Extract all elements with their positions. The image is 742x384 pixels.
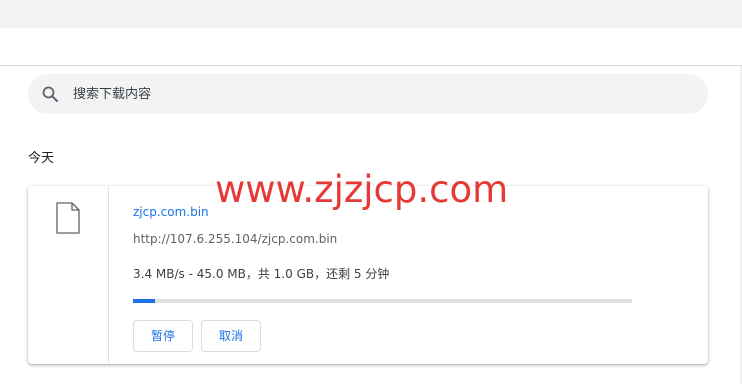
download-progress-bar: [133, 299, 632, 303]
download-item-card: zjcp.com.bin http://107.6.255.104/zjcp.c…: [28, 186, 708, 364]
search-input[interactable]: [73, 74, 693, 114]
download-status-text: 3.4 MB/s - 45.0 MB，共 1.0 GB，还剩 5 分钟: [133, 267, 390, 281]
section-date-label: 今天: [28, 151, 55, 166]
download-source-url-link[interactable]: http://107.6.255.104/zjcp.com.bin: [133, 231, 337, 247]
search-icon: [41, 85, 59, 103]
download-progress-fill: [133, 299, 155, 303]
download-icon-column: [28, 186, 109, 364]
top-toolbar: [0, 0, 742, 28]
cancel-button[interactable]: 取消: [201, 320, 261, 352]
pause-button[interactable]: 暂停: [133, 320, 193, 352]
file-icon: [56, 202, 80, 234]
header-divider: [0, 65, 742, 66]
download-file-name-link[interactable]: zjcp.com.bin: [133, 204, 209, 220]
search-box[interactable]: [28, 74, 708, 114]
